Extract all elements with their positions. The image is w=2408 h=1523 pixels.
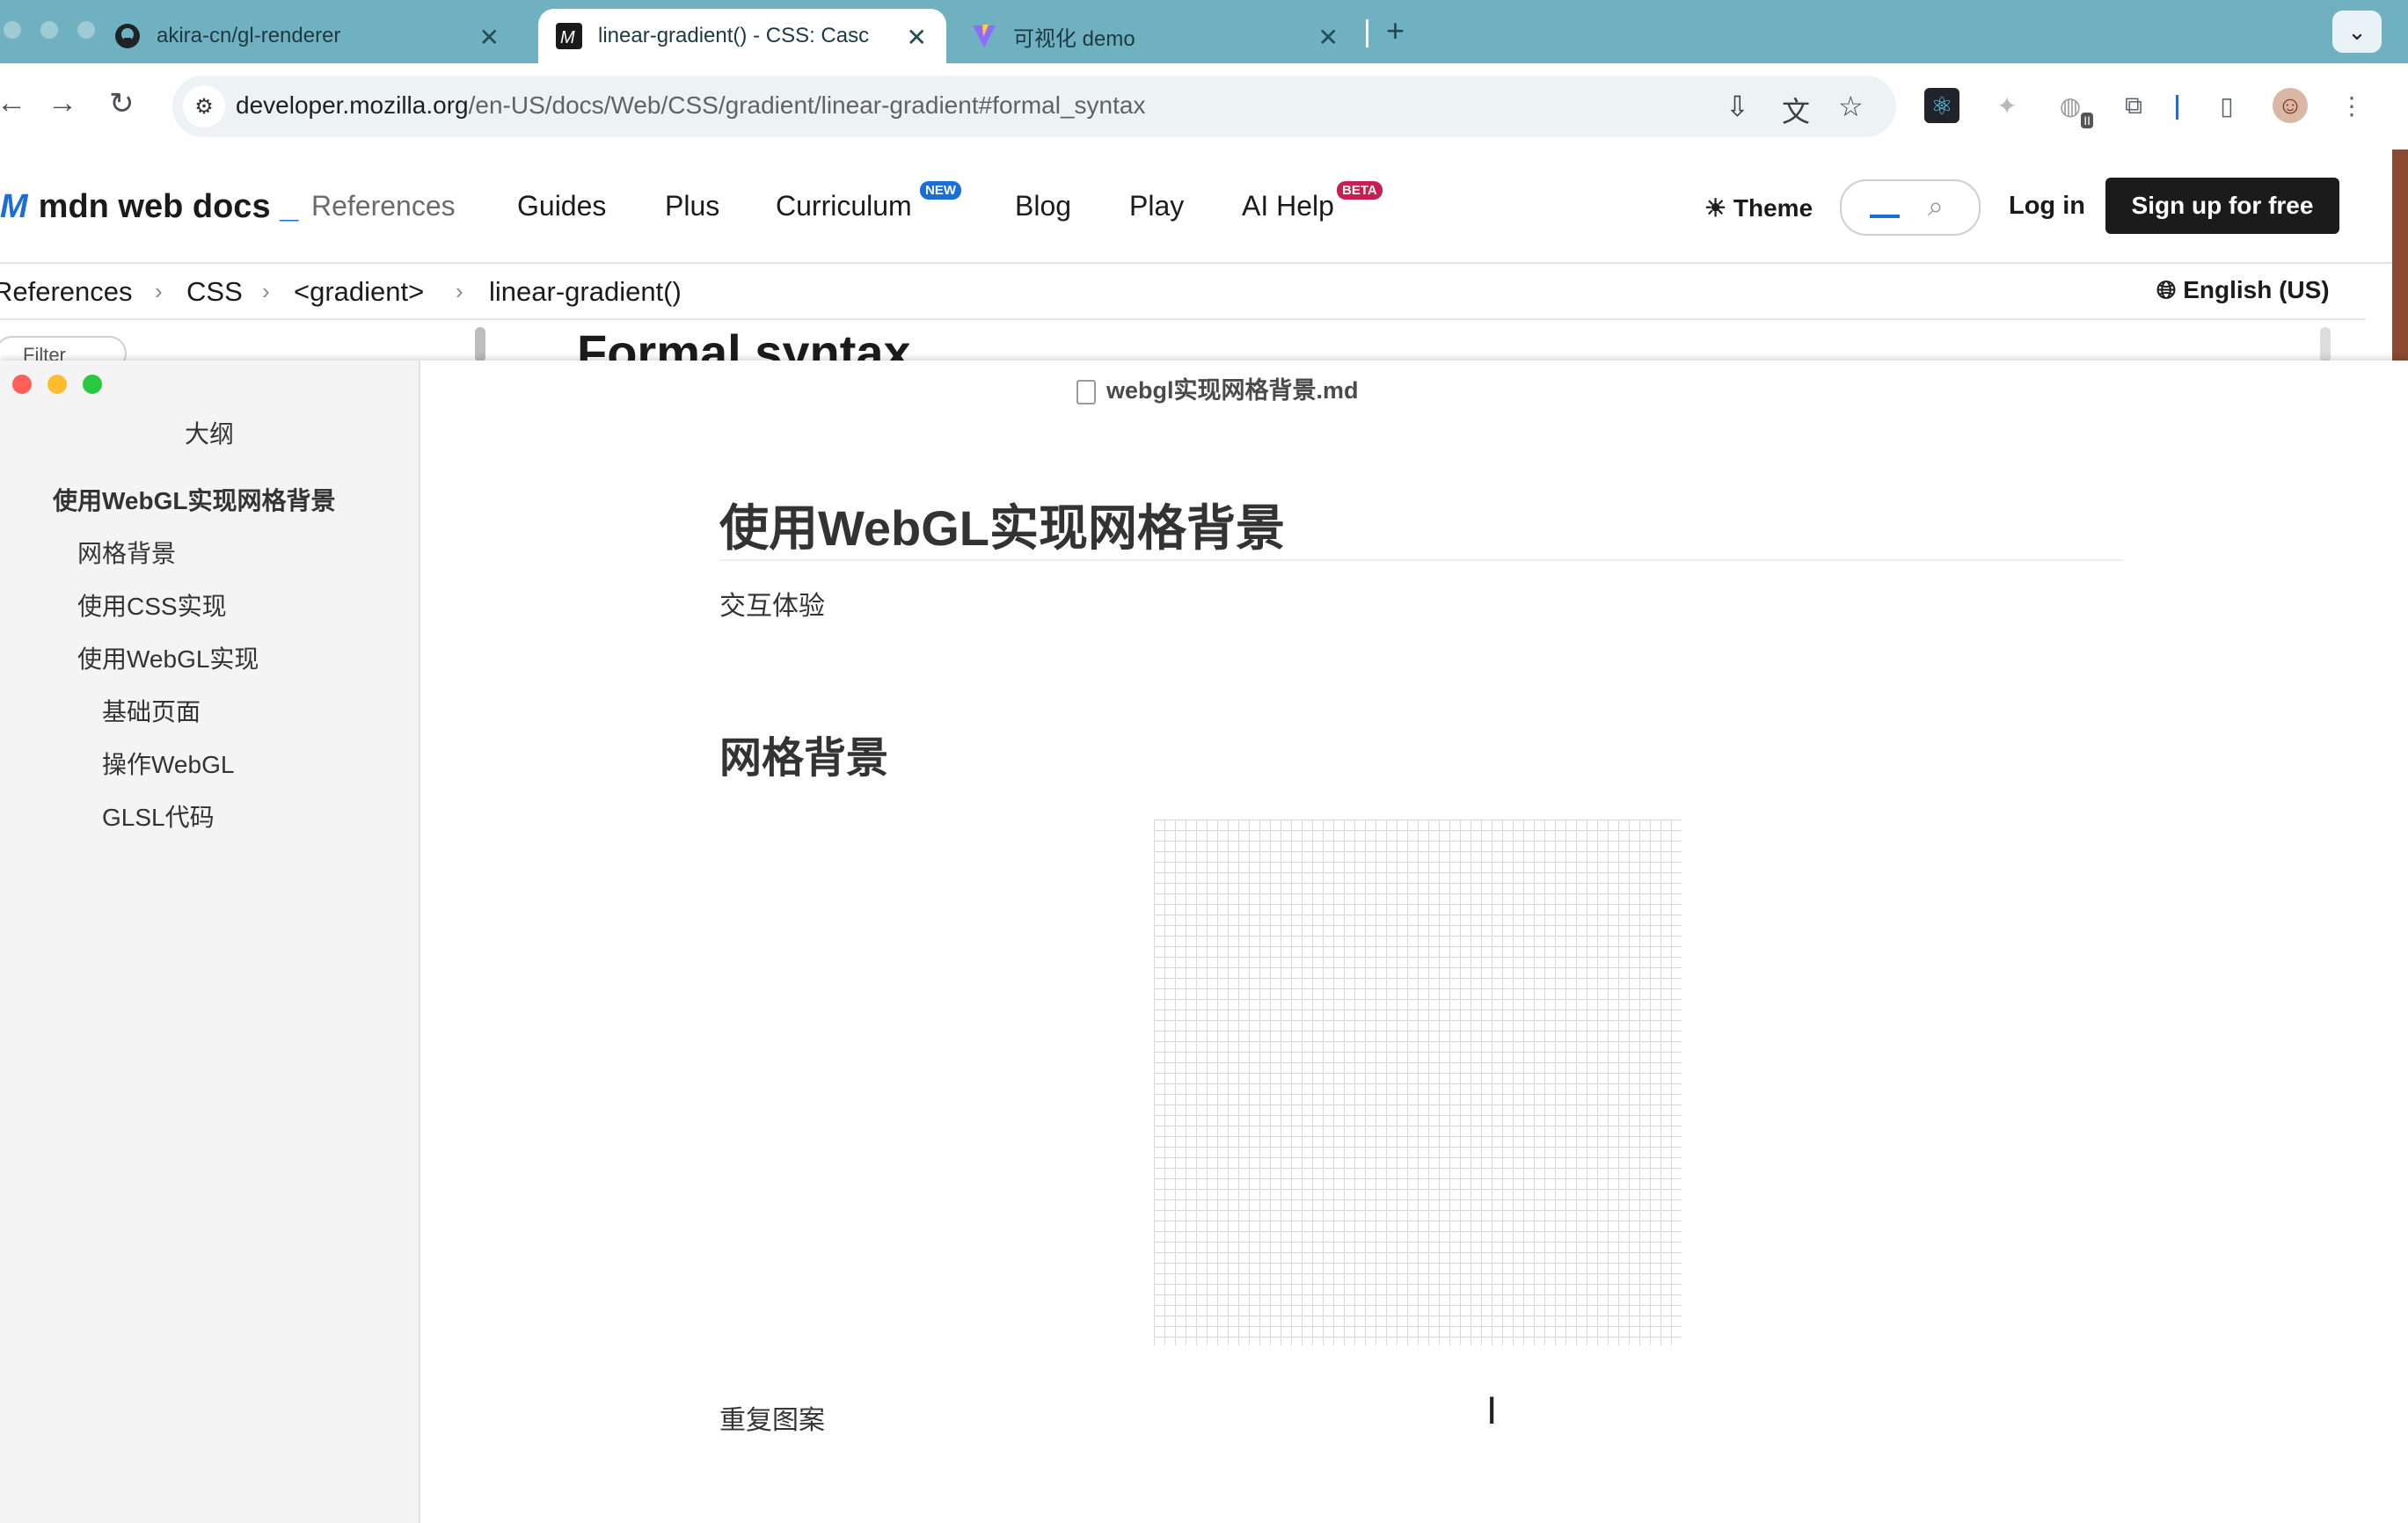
typora-titlebar: webgl实现网格背景.md bbox=[0, 361, 2408, 410]
minimize-button[interactable] bbox=[47, 375, 67, 394]
breadcrumb-gradient[interactable]: <gradient> bbox=[294, 276, 424, 308]
url-text[interactable]: developer.mozilla.org/en-US/docs/Web/CSS… bbox=[236, 91, 1145, 120]
breadcrumb: References › CSS › <gradient> › linear-g… bbox=[0, 264, 2366, 320]
nav-plus[interactable]: Plus bbox=[665, 190, 719, 222]
outline-sidebar: 大纲 使用WebGL实现网格背景 网格背景 使用CSS实现 使用WebGL实现 … bbox=[0, 361, 420, 1523]
close-window-dot[interactable] bbox=[4, 21, 21, 39]
theme-switcher[interactable]: ☀ Theme bbox=[1704, 193, 1813, 222]
tab-visual-demo[interactable]: 可视化 demo ✕ bbox=[971, 9, 1358, 63]
outline-item-webgl[interactable]: 使用WebGL实现 bbox=[77, 640, 259, 675]
outline-item-css[interactable]: 使用CSS实现 bbox=[77, 587, 227, 623]
close-button[interactable] bbox=[12, 375, 32, 394]
sidebar-scrollbar[interactable] bbox=[475, 327, 485, 362]
mdn-search-button[interactable]: ⌕ bbox=[1840, 179, 1981, 236]
nav-guides[interactable]: Guides bbox=[517, 190, 606, 222]
install-app-icon[interactable]: ⇩ bbox=[1726, 90, 1749, 123]
mdn-header: Mmdn web docs _ References Guides Plus C… bbox=[0, 149, 2392, 264]
outline-item-operate-webgl[interactable]: 操作WebGL bbox=[102, 746, 234, 781]
browser-menu-icon[interactable]: ⋮ bbox=[2334, 88, 2369, 123]
close-tab-icon[interactable]: ✕ bbox=[479, 23, 500, 52]
document-title: webgl实现网格背景.md bbox=[1076, 371, 1359, 405]
nav-references[interactable]: References bbox=[311, 190, 456, 222]
back-arrow-icon[interactable]: ← bbox=[0, 86, 26, 120]
mdn-logo[interactable]: Mmdn web docs _ bbox=[0, 188, 298, 226]
signup-button[interactable]: Sign up for free bbox=[2105, 178, 2339, 234]
nav-ai-help[interactable]: AI Help bbox=[1242, 190, 1334, 222]
tab-search-button[interactable]: ⌄ bbox=[2332, 11, 2382, 53]
outline-item-grid-bg[interactable]: 网格背景 bbox=[77, 535, 176, 570]
new-badge: NEW bbox=[920, 181, 961, 200]
breadcrumb-linear-gradient[interactable]: linear-gradient() bbox=[489, 276, 682, 308]
tab-divider bbox=[1366, 19, 1368, 47]
grid-background-image bbox=[1154, 820, 1682, 1345]
language-switcher[interactable]: 🌐︎ English (US) bbox=[2156, 276, 2330, 305]
breadcrumb-references[interactable]: References bbox=[0, 276, 133, 308]
minimize-window-dot[interactable] bbox=[40, 21, 58, 39]
outline-item-base-page[interactable]: 基础页面 bbox=[102, 693, 201, 728]
globe-icon: 🌐︎ bbox=[2156, 276, 2177, 303]
search-caret bbox=[1870, 215, 1900, 218]
tab-gl-renderer[interactable]: akira-cn/gl-renderer ✕ bbox=[114, 9, 519, 63]
login-link[interactable]: Log in bbox=[2009, 192, 2085, 221]
chevron-right-icon: › bbox=[456, 278, 463, 304]
search-icon: ⌕ bbox=[1928, 190, 1944, 222]
doc-heading-2[interactable]: 网格背景 bbox=[719, 723, 888, 784]
close-tab-icon[interactable]: ✕ bbox=[1318, 23, 1339, 52]
svg-text:M: M bbox=[560, 28, 575, 47]
outline-item-glsl[interactable]: GLSL代码 bbox=[102, 798, 215, 834]
tab-linear-gradient[interactable]: M linear-gradient() - CSS: Casc ✕ bbox=[538, 9, 946, 63]
outline-item-h1[interactable]: 使用WebGL实现网格背景 bbox=[53, 482, 335, 517]
doc-heading-1[interactable]: 使用WebGL实现网格背景 bbox=[719, 489, 2123, 561]
desktop-wallpaper-strip bbox=[2392, 149, 2408, 361]
translate-icon[interactable]: 文 bbox=[1782, 90, 1810, 130]
bookmark-star-icon[interactable]: ☆ bbox=[1838, 90, 1864, 123]
tab-title: 可视化 demo bbox=[1013, 26, 1135, 51]
tab-title: akira-cn/gl-renderer bbox=[157, 24, 341, 47]
sun-icon: ☀ bbox=[1704, 194, 1727, 222]
extension-badge: II bbox=[2081, 113, 2093, 128]
browser-toolbar: ← → ↻ ⚙ developer.mozilla.org/en-US/docs… bbox=[0, 63, 2408, 149]
browser-tab-strip: akira-cn/gl-renderer ✕ M linear-gradient… bbox=[0, 0, 2408, 63]
address-bar[interactable]: ⚙ developer.mozilla.org/en-US/docs/Web/C… bbox=[172, 76, 1896, 137]
extension-sparkle-icon[interactable]: ✦ bbox=[1989, 88, 2025, 123]
text-cursor-icon: I bbox=[1486, 1389, 1498, 1432]
forward-arrow-icon[interactable]: → bbox=[47, 86, 77, 120]
chevron-right-icon: › bbox=[262, 278, 270, 304]
extensions-puzzle-icon[interactable]: ⧉ bbox=[2116, 88, 2151, 123]
typora-window: 大纲 使用WebGL实现网格背景 网格背景 使用CSS实现 使用WebGL实现 … bbox=[0, 361, 2408, 1523]
zoom-button[interactable] bbox=[83, 375, 102, 394]
close-tab-icon[interactable]: ✕ bbox=[907, 23, 927, 52]
vite-icon bbox=[971, 23, 997, 49]
outline-title: 大纲 bbox=[184, 420, 234, 448]
new-tab-button[interactable]: + bbox=[1386, 12, 1405, 49]
markdown-file-icon bbox=[1076, 379, 1096, 404]
beta-badge: BETA bbox=[1337, 181, 1383, 200]
tab-title: linear-gradient() - CSS: Casc bbox=[598, 24, 870, 47]
zoom-window-dot[interactable] bbox=[77, 21, 95, 39]
side-panel-icon[interactable]: ▯ bbox=[2209, 88, 2244, 123]
nav-blog[interactable]: Blog bbox=[1015, 190, 1071, 222]
nav-play[interactable]: Play bbox=[1129, 190, 1184, 222]
github-icon bbox=[114, 23, 141, 49]
react-devtools-icon[interactable]: ⚛ bbox=[1924, 88, 1959, 123]
site-info-icon[interactable]: ⚙ bbox=[183, 85, 225, 128]
extension-ghost-icon[interactable]: ◍ II bbox=[2053, 88, 2093, 128]
chevron-right-icon: › bbox=[155, 278, 163, 304]
mdn-icon: M bbox=[556, 23, 582, 49]
nav-curriculum[interactable]: Curriculum bbox=[776, 190, 912, 222]
doc-paragraph[interactable]: 重复图案 bbox=[719, 1398, 825, 1437]
doc-paragraph[interactable]: 交互体验 bbox=[719, 584, 825, 623]
profile-avatar[interactable]: ☺ bbox=[2273, 88, 2308, 123]
breadcrumb-css[interactable]: CSS bbox=[186, 276, 243, 308]
window-controls[interactable] bbox=[12, 375, 102, 394]
content-scrollbar[interactable] bbox=[2320, 327, 2331, 362]
browser-window-controls[interactable] bbox=[4, 21, 95, 39]
toolbar-divider bbox=[2176, 95, 2178, 120]
reload-icon[interactable]: ↻ bbox=[109, 86, 135, 121]
